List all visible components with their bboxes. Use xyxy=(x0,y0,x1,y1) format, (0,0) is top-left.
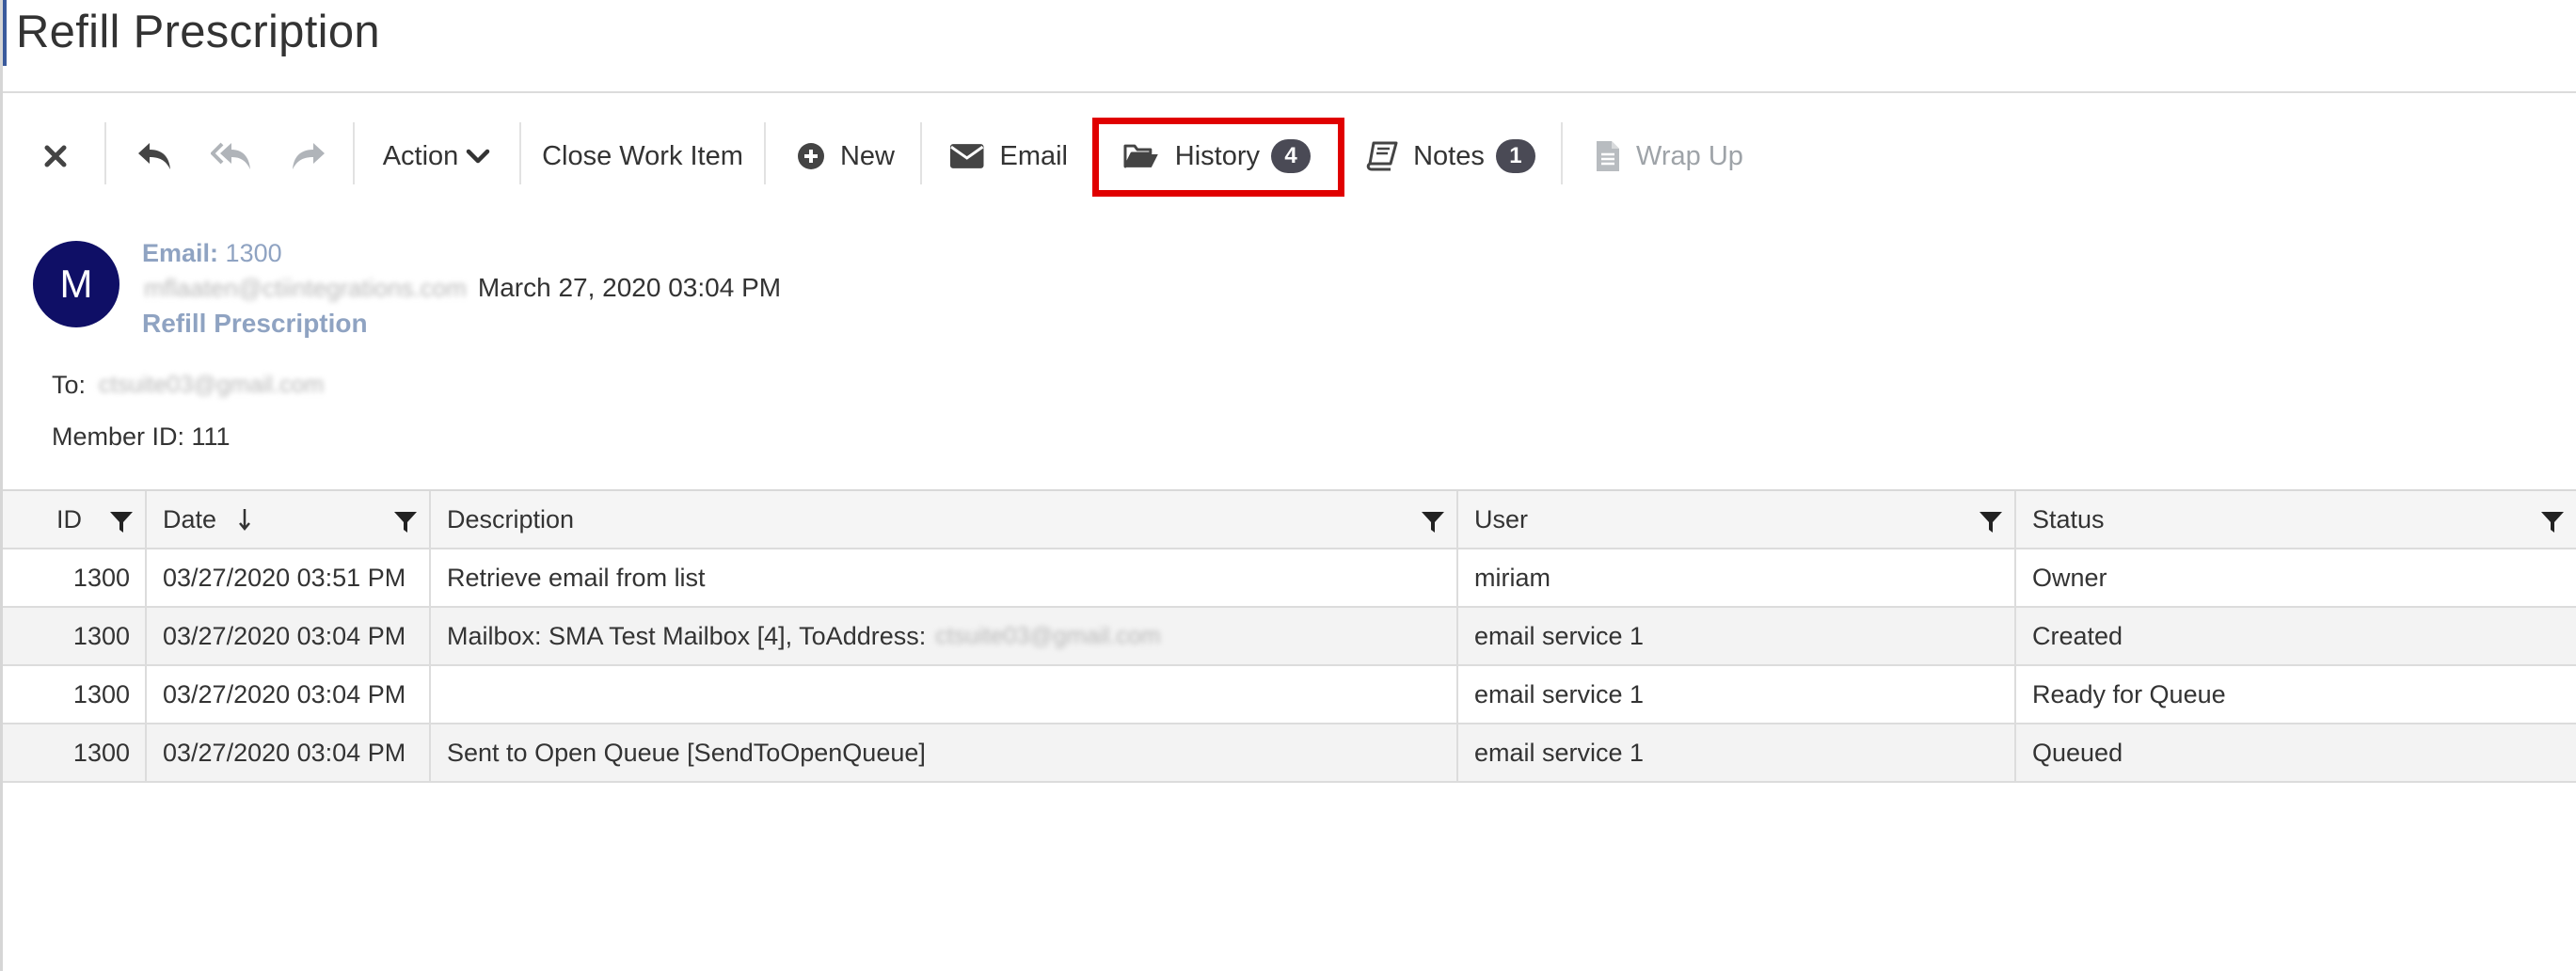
cell-id: 1300 xyxy=(3,608,147,664)
forward-icon xyxy=(293,143,325,169)
close-button[interactable] xyxy=(37,119,74,194)
notes-count-badge: 1 xyxy=(1495,139,1535,173)
history-highlight-box xyxy=(1092,118,1344,197)
sender-line: mflaaten@ctiintegrations.com March 27, 2… xyxy=(144,273,781,303)
book-icon xyxy=(1366,141,1398,171)
reply-all-icon xyxy=(211,142,250,169)
envelope-icon xyxy=(949,144,984,168)
table-row[interactable]: 1300 03/27/2020 03:04 PM Sent to Open Qu… xyxy=(3,724,2576,783)
avatar-initial: M xyxy=(59,262,93,306)
cell-id: 1300 xyxy=(3,549,147,606)
email-date: March 27, 2020 03:04 PM xyxy=(477,273,782,302)
history-grid: ID Date Description User Status 1300 03/… xyxy=(3,489,2576,783)
cell-description: Sent to Open Queue [SendToOpenQueue] xyxy=(431,724,1458,781)
action-dropdown[interactable]: Action xyxy=(377,119,496,194)
document-icon xyxy=(1597,141,1620,171)
cell-user: email service 1 xyxy=(1458,608,2016,664)
new-button[interactable]: New xyxy=(795,119,897,194)
cell-status: Queued xyxy=(2032,738,2123,767)
new-label: New xyxy=(839,140,895,171)
reply-icon xyxy=(138,143,170,169)
filter-icon[interactable] xyxy=(393,510,418,534)
cell-description: Mailbox: SMA Test Mailbox [4], ToAddress… xyxy=(431,608,1458,664)
toolbar-divider xyxy=(519,122,521,184)
cell-description-text: Mailbox: SMA Test Mailbox [4], ToAddress… xyxy=(447,621,927,650)
column-header-label: Date xyxy=(163,504,217,533)
email-meta-id: 1300 xyxy=(225,239,282,267)
close-work-item-label: Close Work Item xyxy=(542,140,743,171)
to-label: To: xyxy=(52,371,87,399)
table-row[interactable]: 1300 03/27/2020 03:04 PM email service 1… xyxy=(3,666,2576,724)
cell-description xyxy=(431,666,1458,723)
close-icon xyxy=(44,145,67,167)
cell-description: Retrieve email from list xyxy=(431,549,1458,606)
filter-icon[interactable] xyxy=(1979,510,2003,534)
filter-icon[interactable] xyxy=(109,510,134,534)
email-button[interactable]: Email xyxy=(949,119,1068,194)
email-label: Email xyxy=(999,140,1068,171)
column-header-label: ID xyxy=(56,504,82,533)
toolbar-divider xyxy=(353,122,355,184)
toolbar-divider xyxy=(764,122,766,184)
filter-icon[interactable] xyxy=(2540,510,2565,534)
cell-date: 03/27/2020 03:04 PM xyxy=(147,724,431,781)
reply-button[interactable] xyxy=(131,119,178,194)
column-header-description[interactable]: Description xyxy=(431,491,1458,548)
chevron-down-icon xyxy=(467,149,490,164)
action-label: Action xyxy=(382,140,459,171)
table-row[interactable]: 1300 03/27/2020 03:51 PM Retrieve email … xyxy=(3,549,2576,608)
avatar: M xyxy=(33,241,119,327)
toolbar: Action Close Work Item New Email History… xyxy=(3,119,1790,194)
wrap-up-button[interactable]: Wrap Up xyxy=(1591,119,1747,194)
toolbar-divider xyxy=(104,122,106,184)
forward-button[interactable] xyxy=(285,119,332,194)
to-line: To: ctsuite03@gmail.com xyxy=(52,371,324,400)
notes-button[interactable]: Notes 1 xyxy=(1365,119,1536,194)
filter-icon[interactable] xyxy=(1421,510,1445,534)
grid-header-row: ID Date Description User Status xyxy=(3,491,2576,549)
cell-id: 1300 xyxy=(3,666,147,723)
to-address: ctsuite03@gmail.com xyxy=(99,372,325,398)
sort-descending-icon[interactable] xyxy=(237,507,252,532)
cell-status: Owner xyxy=(2032,563,2107,592)
wrap-up-label: Wrap Up xyxy=(1636,140,1743,171)
sender-email: mflaaten@ctiintegrations.com xyxy=(144,273,467,302)
column-header-label: User xyxy=(1474,504,1529,533)
email-meta: Email: 1300 xyxy=(142,239,282,268)
cell-date: 03/27/2020 03:04 PM xyxy=(147,608,431,664)
column-header-label: Description xyxy=(447,504,575,533)
cell-status: Created xyxy=(2032,621,2123,650)
close-work-item-button[interactable]: Close Work Item xyxy=(542,119,743,194)
reply-all-button[interactable] xyxy=(208,119,257,194)
column-header-status[interactable]: Status xyxy=(2016,491,2576,548)
cell-date: 03/27/2020 03:51 PM xyxy=(147,549,431,606)
cell-user: email service 1 xyxy=(1458,666,2016,723)
email-meta-label: Email: xyxy=(142,239,219,267)
column-header-user[interactable]: User xyxy=(1458,491,2016,548)
cell-user: email service 1 xyxy=(1458,724,2016,781)
plus-circle-icon xyxy=(797,143,824,169)
toolbar-divider xyxy=(920,122,922,184)
email-subject[interactable]: Refill Prescription xyxy=(142,309,368,339)
column-header-date[interactable]: Date xyxy=(147,491,431,548)
toolbar-divider xyxy=(1561,122,1563,184)
cell-user: miriam xyxy=(1458,549,2016,606)
member-id: Member ID: 111 xyxy=(52,422,231,451)
cell-description-address: ctsuite03@gmail.com xyxy=(935,622,1161,649)
refill-prescription-page: Refill Prescription Action Close Work It… xyxy=(0,0,2576,971)
column-header-id[interactable]: ID xyxy=(3,491,147,548)
table-row[interactable]: 1300 03/27/2020 03:04 PM Mailbox: SMA Te… xyxy=(3,608,2576,666)
cell-status: Ready for Queue xyxy=(2032,679,2226,708)
notes-label: Notes xyxy=(1413,140,1485,171)
title-bar: Refill Prescription xyxy=(3,0,2576,93)
cell-id: 1300 xyxy=(3,724,147,781)
column-header-label: Status xyxy=(2032,504,2105,533)
page-title: Refill Prescription xyxy=(16,7,380,57)
cell-date: 03/27/2020 03:04 PM xyxy=(147,666,431,723)
